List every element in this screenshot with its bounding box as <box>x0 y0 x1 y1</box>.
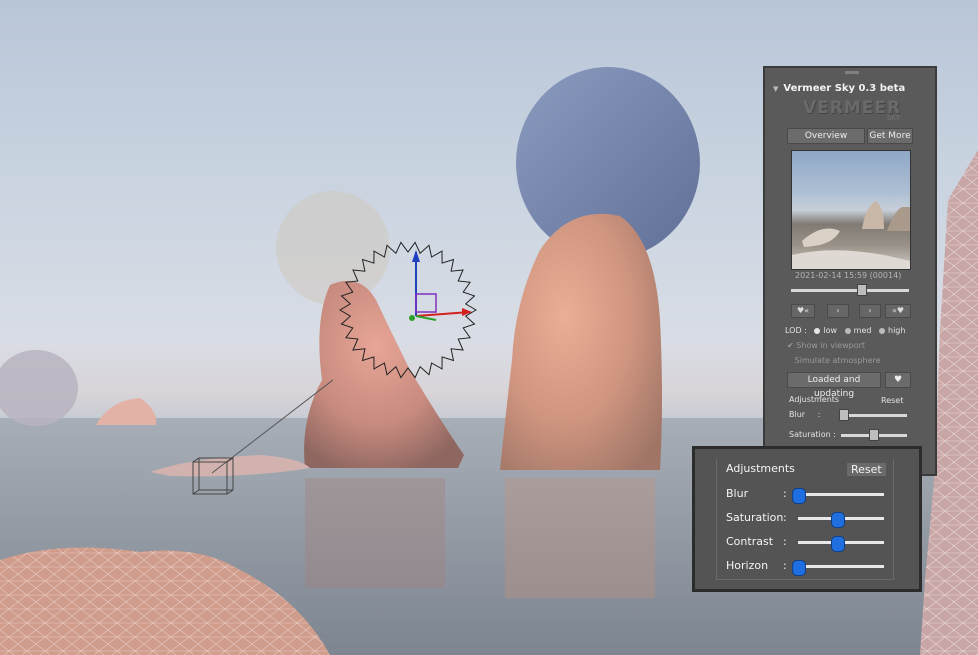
saturation-colon: : <box>783 511 787 524</box>
blur-slider[interactable] <box>841 414 907 417</box>
contrast-label: Contrast <box>726 535 774 548</box>
sky-timestamp: 2021-02-14 15:59 (00014) <box>795 271 902 280</box>
adjustments-title: Adjustments <box>726 462 795 475</box>
blur-slider[interactable] <box>798 493 884 496</box>
favorite-prev-button[interactable]: ♥« <box>791 304 815 318</box>
load-status-button[interactable]: Loaded and updating <box>787 372 881 399</box>
lod-med-radio[interactable] <box>844 327 851 334</box>
contrast-slider-knob[interactable] <box>830 536 845 552</box>
saturation-label: Saturation : <box>789 430 836 439</box>
saturation-slider-knob[interactable] <box>830 512 845 528</box>
vermeer-logo-sub: SKY <box>887 114 901 122</box>
blur-label: Blur : <box>789 410 821 419</box>
prev-button[interactable]: ‹ <box>827 304 849 318</box>
thumbnail-art <box>792 201 910 269</box>
right-rock <box>500 213 662 470</box>
horizon-slider-knob[interactable] <box>792 560 806 576</box>
panel-title[interactable]: ▼ Vermeer Sky 0.3 beta <box>773 83 905 94</box>
tab-overview[interactable]: Overview <box>787 128 865 144</box>
saturation-slider-knob[interactable] <box>869 429 879 441</box>
blur-colon: : <box>783 487 787 500</box>
reset-button[interactable]: Reset <box>847 463 886 476</box>
sphere-left <box>0 350 78 426</box>
lod-low-radio[interactable] <box>814 327 821 334</box>
adjustments-heading: Adjustments <box>789 395 840 404</box>
vermeer-sky-panel: ▼ Vermeer Sky 0.3 beta VERMEER SKY Overvi… <box>763 66 937 476</box>
tab-get-more[interactable]: Get More <box>867 128 913 144</box>
time-slider-knob[interactable] <box>857 284 867 296</box>
heart-button[interactable]: ♥ <box>885 372 911 388</box>
simulate-atmosphere-checkbox[interactable]: Simulate atmosphere <box>787 356 881 365</box>
sky-preview-thumbnail[interactable] <box>791 150 911 270</box>
blur-slider-knob[interactable] <box>839 409 849 421</box>
horizon-colon: : <box>783 559 787 572</box>
next-button[interactable]: › <box>859 304 881 318</box>
favorite-next-button[interactable]: »♥ <box>885 304 911 318</box>
reflection-left <box>305 478 445 588</box>
lod-high-radio[interactable] <box>879 327 885 334</box>
blur-slider-knob[interactable] <box>792 488 806 504</box>
show-in-viewport-checkbox[interactable]: ✔ Show in viewport <box>787 341 865 350</box>
blur-label: Blur <box>726 487 749 500</box>
time-slider[interactable] <box>791 289 909 292</box>
horizon-label: Horizon <box>726 559 769 572</box>
lod-row: LOD : low med high <box>785 326 906 335</box>
saturation-label: Saturation <box>726 511 784 524</box>
small-rock <box>96 398 157 425</box>
transform-gizmo <box>409 250 472 321</box>
adjustments-zoom-panel: Adjustments Reset Blur: Saturation: Contra… <box>692 446 922 592</box>
left-rock <box>304 280 464 468</box>
reflection-right <box>505 478 655 598</box>
collapse-triangle-icon[interactable]: ▼ <box>773 85 778 93</box>
horizon-slider[interactable] <box>798 565 884 568</box>
panel-drag-handle[interactable] <box>845 71 859 74</box>
contrast-colon: : <box>783 535 787 548</box>
adjustments-reset-button[interactable]: Reset <box>881 396 903 405</box>
